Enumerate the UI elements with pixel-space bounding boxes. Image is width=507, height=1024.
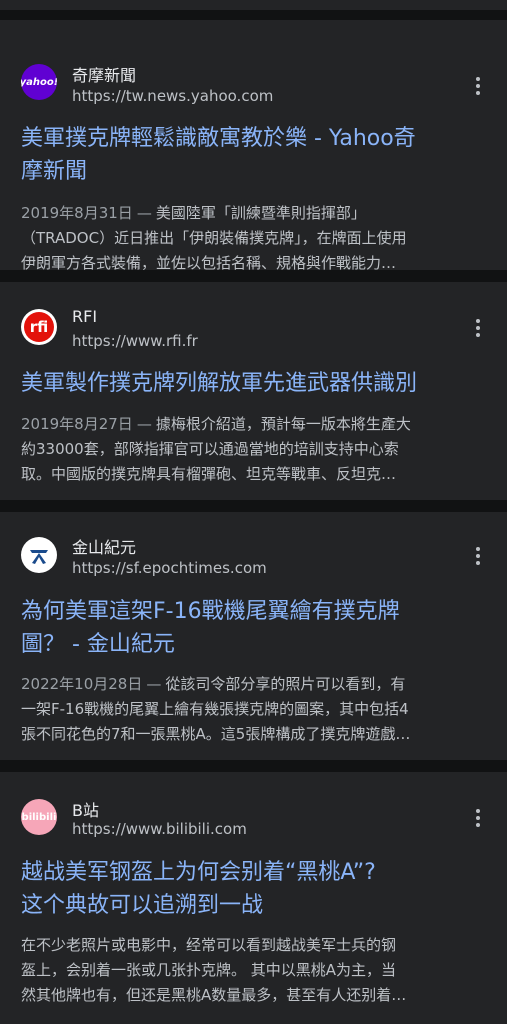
more-vert-icon[interactable]	[466, 316, 490, 340]
more-vert-icon[interactable]	[466, 544, 490, 568]
more-vert-icon[interactable]	[466, 74, 490, 98]
snippet-line: 然其他牌也有，但还是黑桃A数量最多，甚至有人还别着…	[21, 986, 407, 1004]
source-name: 奇摩新聞	[72, 66, 137, 85]
snippet-line: 一架F-16戰機的尾翼上繪有幾張撲克牌的圖案，其中包括4	[21, 700, 409, 718]
snippet-line: 約33000套，部隊指揮官可以通過當地的培訓支持中心索	[21, 440, 399, 458]
rfi-logo-icon: rfi	[21, 309, 57, 345]
title-line: 圖？ - 金山紀元	[21, 632, 175, 657]
title-line: 美軍撲克牌輕鬆識敵寓教於樂 - Yahoo奇	[21, 126, 416, 151]
result-snippet: 2022年10月28日 — 從該司令部分享的照片可以看到，有 一架F-16戰機的尾翼…	[21, 672, 487, 747]
previous-result-card-edge	[0, 0, 507, 10]
yahoo-logo-icon: yahoo!	[21, 64, 57, 100]
title-line: 美軍製作撲克牌列解放軍先進武器供識別	[21, 371, 418, 396]
snippet-line: 在不少老照片或电影中，经常可以看到越战美军士兵的钢	[21, 936, 397, 954]
snippet-line: 伊朗軍方各式裝備，並佐以包括名稱、規格與作戰能力…	[21, 254, 397, 272]
separator: —	[136, 415, 152, 433]
snippet-line: 取。中國版的撲克牌具有榴彈砲、坦克等戰車、反坦克…	[21, 465, 397, 483]
snippet-line: （TRADOC）近日推出「伊朗裝備撲克牌」，在牌面上使用	[21, 229, 407, 247]
snippet-line: 2019年8月27日 — 據梅根介紹道，預計每一版本將生產大	[21, 415, 411, 433]
search-result-card[interactable]: rfi RFI https://www.rfi.fr 美軍製作撲克牌列解放軍先進…	[0, 282, 507, 500]
snippet-line: 2022年10月28日 — 從該司令部分享的照片可以看到，有	[21, 675, 406, 693]
result-date: 2022年10月28日	[21, 675, 143, 693]
result-date: 2019年8月27日	[21, 415, 133, 433]
snippet-line: 2019年8月31日 — 美國陸軍「訓練暨準則指揮部」	[21, 204, 366, 222]
source-url[interactable]: https://www.bilibili.com	[72, 820, 247, 838]
result-date: 2019年8月31日	[21, 204, 133, 222]
search-result-card[interactable]: yahoo! 奇摩新聞 https://tw.news.yahoo.com 美軍…	[0, 20, 507, 272]
title-line: 越战美军钢盔上为何会别着“黑桃A”?	[21, 860, 376, 885]
snippet-line: 張不同花色的7和一張黑桃A。這5張牌構成了撲克牌遊戲…	[21, 725, 411, 743]
search-result-card[interactable]: bilibili B站 https://www.bilibili.com 越战美…	[0, 772, 507, 1024]
result-snippet: 2019年8月27日 — 據梅根介紹道，預計每一版本將生產大 約33000套，部隊指…	[21, 412, 487, 487]
title-line: 摩新聞	[21, 159, 88, 184]
source-name: 金山紀元	[72, 538, 137, 557]
snippet-line: 盔上，会别着一张或几张扑克牌。 其中以黑桃A为主，当	[21, 961, 397, 979]
source-url[interactable]: https://www.rfi.fr	[72, 332, 198, 350]
title-line: 这个典故可以追溯到一战	[21, 893, 264, 918]
result-title-link[interactable]: 越战美军钢盔上为何会别着“黑桃A”? 这个典故可以追溯到一战	[21, 856, 487, 922]
separator: —	[146, 675, 162, 693]
bilibili-logo-icon: bilibili	[21, 799, 57, 835]
source-name: B站	[72, 801, 99, 820]
result-snippet: 2019年8月31日 — 美國陸軍「訓練暨準則指揮部」 （TRADOC）近日推出「伊…	[21, 201, 487, 276]
source-url[interactable]: https://tw.news.yahoo.com	[72, 87, 273, 105]
result-title-link[interactable]: 美軍製作撲克牌列解放軍先進武器供識別	[21, 367, 487, 400]
result-title-link[interactable]: 美軍撲克牌輕鬆識敵寓教於樂 - Yahoo奇 摩新聞	[21, 122, 487, 188]
separator: —	[136, 204, 152, 222]
search-result-card[interactable]: 金山紀元 https://sf.epochtimes.com 為何美軍這架F-1…	[0, 512, 507, 760]
title-line: 為何美軍這架F-16戰機尾翼繪有撲克牌	[21, 599, 400, 624]
result-snippet: 在不少老照片或电影中，经常可以看到越战美军士兵的钢 盔上，会别着一张或几张扑克牌…	[21, 933, 487, 1008]
source-name: RFI	[72, 307, 98, 326]
result-title-link[interactable]: 為何美軍這架F-16戰機尾翼繪有撲克牌 圖？ - 金山紀元	[21, 595, 487, 661]
more-vert-icon[interactable]	[466, 806, 490, 830]
source-url[interactable]: https://sf.epochtimes.com	[72, 559, 267, 577]
epochtimes-logo-icon	[21, 537, 57, 573]
